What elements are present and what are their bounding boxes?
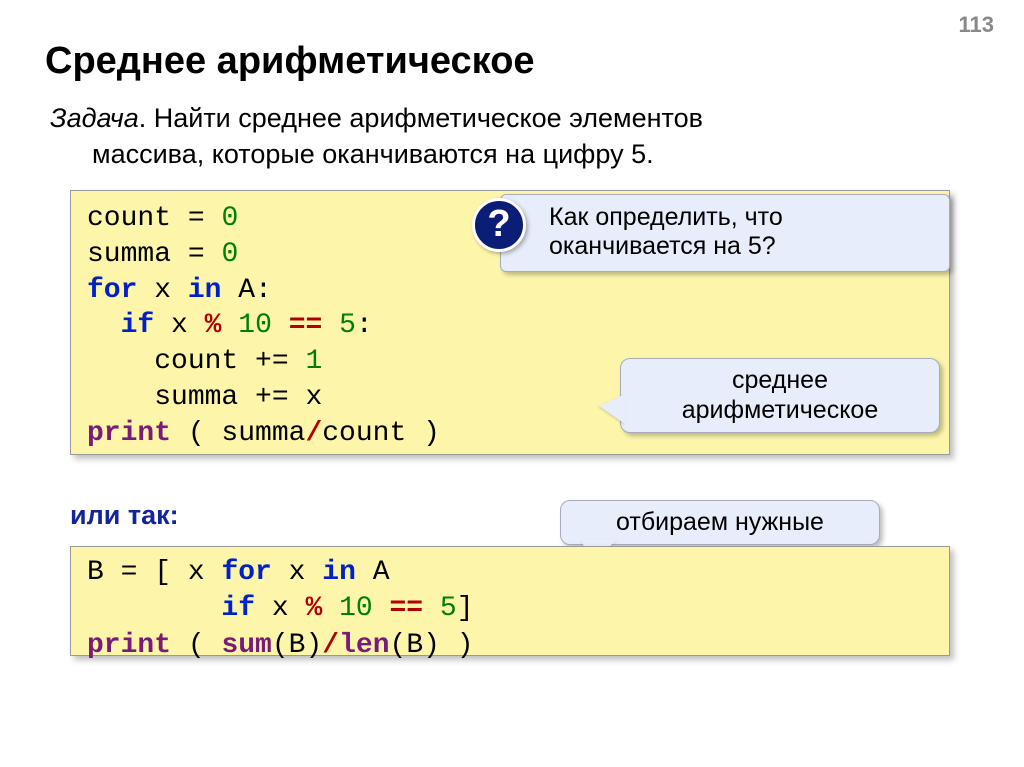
c1-l1b: = bbox=[171, 203, 221, 234]
c1-l7b: ( summa bbox=[171, 418, 305, 449]
callout-question-l1: Как определить, что bbox=[549, 203, 783, 231]
c2-l2g bbox=[373, 593, 390, 624]
c1-l4c: x bbox=[154, 310, 204, 341]
c2-l1b: = bbox=[104, 557, 154, 588]
c1-l3b: x bbox=[137, 275, 187, 306]
c2-l2d: % bbox=[305, 593, 322, 624]
c1-l4e bbox=[221, 310, 238, 341]
callout-filter: отбираем нужные bbox=[560, 500, 880, 545]
c1-l1a: count bbox=[87, 203, 171, 234]
c2-l3e: / bbox=[322, 630, 339, 661]
c2-l1f: in bbox=[322, 557, 356, 588]
c1-l5a: count bbox=[87, 346, 238, 377]
c2-l3f: len bbox=[339, 630, 389, 661]
c2-l2h: == bbox=[390, 593, 424, 624]
c2-l2f: 10 bbox=[339, 593, 373, 624]
slide-title: Среднее арифметическое bbox=[45, 40, 535, 83]
c2-l3d: (B) bbox=[272, 630, 322, 661]
c1-l5b: += bbox=[238, 346, 305, 377]
c1-l4k: : bbox=[356, 310, 373, 341]
c1-l4i bbox=[322, 310, 339, 341]
c1-l4g bbox=[272, 310, 289, 341]
c2-l1a: B bbox=[87, 557, 104, 588]
or-label: или так: bbox=[70, 500, 179, 531]
c2-l1d: for bbox=[221, 557, 271, 588]
c2-l3a: print bbox=[87, 630, 171, 661]
c2-l3b: ( bbox=[171, 630, 221, 661]
c1-l4d: % bbox=[205, 310, 222, 341]
c2-l1c: [ x bbox=[154, 557, 221, 588]
task-line2: массива, которые оканчиваются на цифру 5… bbox=[92, 139, 654, 169]
c1-l2b: = bbox=[171, 239, 221, 270]
c1-l2c: 0 bbox=[221, 239, 238, 270]
c1-l4a bbox=[87, 310, 121, 341]
callout-filter-text: отбираем нужные bbox=[616, 508, 824, 536]
c1-l4f: 10 bbox=[238, 310, 272, 341]
page-number: 113 bbox=[959, 12, 995, 38]
c2-l1e: x bbox=[272, 557, 322, 588]
callout-mean-l1: среднее bbox=[732, 366, 828, 394]
c2-l2i bbox=[423, 593, 440, 624]
callout-mean: среднее арифметическое bbox=[620, 358, 940, 433]
question-badge-icon: ? bbox=[472, 198, 526, 252]
c1-l1c: 0 bbox=[221, 203, 238, 234]
code-block-2: B = [ x for x in A if x % 10 == 5] print… bbox=[70, 546, 950, 656]
c1-l4j: 5 bbox=[339, 310, 356, 341]
callout-mean-l2: арифметическое bbox=[682, 396, 878, 424]
c2-l2c: x bbox=[255, 593, 305, 624]
c1-l6b: += bbox=[238, 382, 305, 413]
c2-l2j: 5 bbox=[440, 593, 457, 624]
c1-l6c: x bbox=[305, 382, 322, 413]
task-label: Задача bbox=[50, 103, 139, 133]
c2-l2e bbox=[322, 593, 339, 624]
c1-l3a: for bbox=[87, 275, 137, 306]
c2-l2k: ] bbox=[457, 593, 474, 624]
c2-l2b: if bbox=[221, 593, 255, 624]
task-text: Задача. Найти среднее арифметическое эле… bbox=[50, 100, 830, 173]
c1-l4h: == bbox=[289, 310, 323, 341]
callout-question: Как определить, что оканчивается на 5? bbox=[500, 194, 950, 272]
c1-l4b: if bbox=[121, 310, 155, 341]
c1-l5c: 1 bbox=[305, 346, 322, 377]
task-line1: . Найти среднее арифметическое элементов bbox=[139, 103, 703, 133]
c2-l1g: A bbox=[356, 557, 390, 588]
c1-l6a: summa bbox=[87, 382, 238, 413]
c2-l3g: (B) ) bbox=[390, 630, 474, 661]
c1-l3c: in bbox=[188, 275, 222, 306]
c2-l3c: sum bbox=[221, 630, 271, 661]
c1-l2a: summa bbox=[87, 239, 171, 270]
c1-l7a: print bbox=[87, 418, 171, 449]
c2-l2a bbox=[87, 593, 221, 624]
c1-l7d: count ) bbox=[322, 418, 440, 449]
callout-question-l2: оканчивается на 5? bbox=[549, 232, 776, 260]
c1-l3d: A: bbox=[221, 275, 271, 306]
c1-l7c: / bbox=[305, 418, 322, 449]
